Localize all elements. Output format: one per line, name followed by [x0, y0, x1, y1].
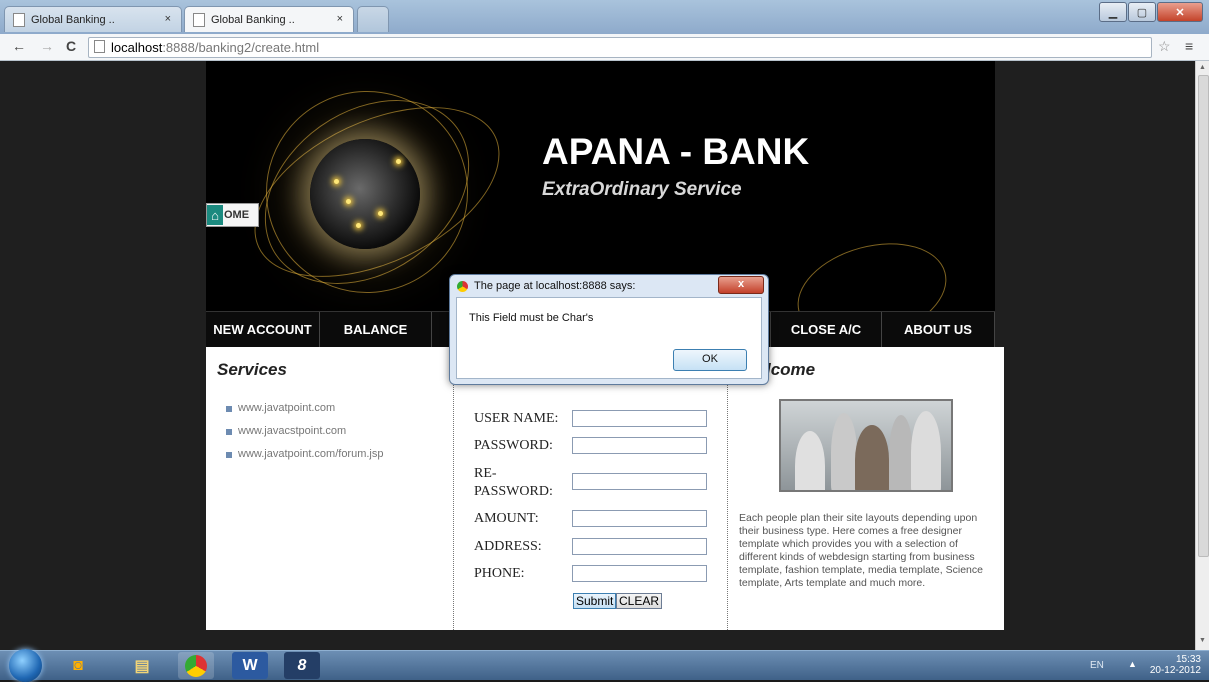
url-path: :8888/banking2/create.html	[162, 40, 320, 55]
page-icon	[193, 12, 205, 27]
nav-close-ac[interactable]: CLOSE A/C	[770, 312, 882, 348]
phone-input[interactable]	[572, 565, 707, 582]
home-logo-text: OME	[224, 209, 250, 221]
dialog-message: This Field must be Char's	[469, 312, 594, 324]
amount-input[interactable]	[572, 510, 707, 527]
column-divider	[453, 347, 454, 630]
light-dot	[346, 199, 351, 204]
password-label: PASSWORD:	[474, 438, 553, 453]
team-photo	[779, 399, 953, 492]
dialog-title: The page at localhost:8888 says:	[474, 280, 636, 292]
url-input[interactable]: localhost:8888/banking2/create.html	[88, 37, 1152, 58]
page-icon	[13, 12, 25, 27]
address-input[interactable]	[572, 538, 707, 555]
person-figure	[911, 411, 941, 490]
nav-about-us[interactable]: ABOUT US	[882, 312, 995, 348]
windows-taskbar: ◙ ▤ W 8 EN ▲ 15:33 20-12-2012	[0, 649, 1209, 682]
person-figure	[795, 431, 825, 490]
forward-arrow-icon[interactable]: →	[40, 38, 54, 54]
tab-label: Global Banking ..	[31, 13, 115, 26]
person-figure	[855, 425, 889, 490]
url-host: localhost	[111, 40, 163, 55]
username-input[interactable]	[572, 410, 707, 427]
person-figure	[831, 413, 857, 490]
menu-icon[interactable]: ≡	[1185, 38, 1193, 54]
dialog-body: This Field must be Char's OK	[456, 297, 762, 379]
light-dot	[378, 211, 383, 216]
browser-tab-bar: Global Banking .. × Global Banking .. × …	[0, 0, 1209, 34]
service-link-1[interactable]: www.javatpoint.com	[238, 402, 335, 414]
browser-tab-2[interactable]: Global Banking .. ×	[184, 6, 354, 32]
light-dot	[334, 179, 339, 184]
nav-balance[interactable]: BALANCE	[320, 312, 432, 348]
globe-image	[310, 139, 420, 249]
nav-new-account[interactable]: NEW ACCOUNT	[206, 312, 320, 348]
repassword-input[interactable]	[572, 473, 707, 490]
clear-button[interactable]: CLEAR	[616, 593, 663, 609]
submit-button[interactable]: Submit	[573, 593, 617, 609]
window-controls: ▁ ▢ ✕	[1099, 2, 1203, 22]
username-label: USER NAME:	[474, 411, 559, 426]
chrome-icon	[457, 281, 468, 292]
amount-label: AMOUNT:	[474, 511, 539, 526]
welcome-text: Each people plan their site layouts depe…	[739, 512, 983, 589]
star-icon[interactable]: ☆	[1158, 38, 1171, 55]
address-label: ADDRESS:	[474, 539, 542, 554]
site-tagline: ExtraOrdinary Service	[542, 179, 742, 200]
minimize-icon[interactable]: ▁	[1099, 2, 1127, 22]
column-divider	[727, 347, 728, 630]
phone-label: PHONE:	[474, 566, 525, 581]
password-input[interactable]	[572, 437, 707, 454]
bullet-icon	[226, 452, 232, 458]
tab-close-icon[interactable]: ×	[165, 13, 171, 25]
bullet-icon	[226, 406, 232, 412]
scroll-up-icon[interactable]: ▲	[1199, 64, 1206, 71]
tab-close-icon[interactable]: ×	[337, 13, 343, 25]
home-icon: ⌂	[207, 205, 223, 225]
maximize-icon[interactable]: ▢	[1128, 2, 1156, 22]
tray-arrow-icon[interactable]: ▲	[1128, 659, 1137, 669]
service-link-2[interactable]: www.javacstpoint.com	[238, 425, 346, 437]
page-icon	[94, 40, 105, 53]
services-heading: Services	[217, 360, 287, 379]
scrollbar-thumb[interactable]	[1198, 75, 1209, 557]
back-arrow-icon[interactable]: ←	[12, 38, 26, 54]
system-clock[interactable]: 15:33 20-12-2012	[1150, 654, 1201, 676]
clock-time: 15:33	[1175, 654, 1201, 665]
new-tab-button[interactable]	[357, 6, 389, 32]
browser-tab-1[interactable]: Global Banking .. ×	[4, 6, 182, 32]
page-viewport: APANA - BANK ExtraOrdinary Service ⌂ OME…	[0, 61, 1195, 650]
site-title: APANA - BANK	[542, 131, 810, 172]
repassword-label: RE-PASSWORD:	[474, 466, 553, 499]
address-bar-row: ← → C localhost:8888/banking2/create.htm…	[0, 34, 1209, 61]
tab-label: Global Banking ..	[211, 13, 295, 26]
reload-icon[interactable]: C	[66, 38, 76, 54]
app-s-icon[interactable]: 8	[284, 652, 320, 679]
ok-button[interactable]: OK	[673, 349, 747, 371]
chrome-icon[interactable]	[178, 652, 214, 679]
file-explorer-icon[interactable]: ▤	[124, 652, 160, 679]
orbit-line	[786, 227, 958, 311]
light-dot	[356, 223, 361, 228]
page-scrollbar[interactable]: ▲ ▼	[1195, 61, 1209, 650]
person-figure	[889, 415, 913, 490]
windows-start-icon[interactable]	[9, 649, 42, 682]
word-icon[interactable]: W	[232, 652, 268, 679]
input-language[interactable]: EN	[1090, 660, 1104, 671]
clock-date: 20-12-2012	[1149, 665, 1201, 676]
welcome-heading: lcome	[766, 360, 816, 379]
bullet-icon	[226, 429, 232, 435]
service-link-3[interactable]: www.javatpoint.com/forum.jsp	[238, 448, 384, 460]
window-close-icon[interactable]: ✕	[1157, 2, 1203, 22]
scroll-down-icon[interactable]: ▼	[1199, 637, 1206, 644]
media-player-icon[interactable]: ◙	[60, 652, 96, 679]
dialog-close-icon[interactable]: x	[718, 276, 764, 294]
alert-dialog: The page at localhost:8888 says: x This …	[449, 274, 769, 385]
home-logo-link[interactable]: ⌂ OME	[206, 203, 259, 227]
light-dot	[396, 159, 401, 164]
